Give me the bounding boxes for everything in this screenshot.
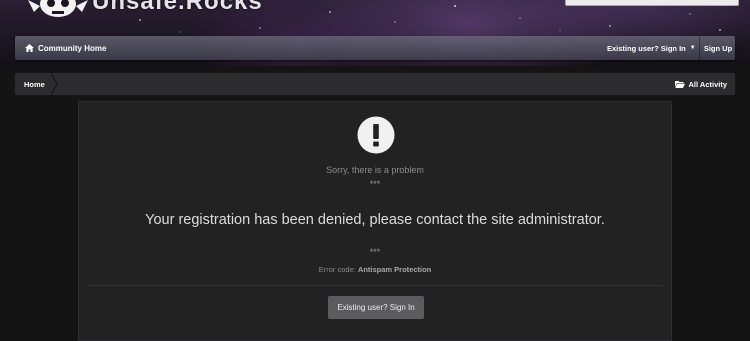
main-navbar: Community Home Existing user? Sign In ▼ … xyxy=(15,36,735,60)
error-code: Error code: Antispam Protection xyxy=(79,265,671,274)
nav-divider xyxy=(699,36,700,60)
breadcrumb-home[interactable]: Home xyxy=(15,73,55,95)
exclamation-circle-icon xyxy=(357,116,395,154)
nav-home-label: Community Home xyxy=(38,43,107,53)
breadcrumb-separator-icon xyxy=(51,73,58,95)
all-activity-label: All Activity xyxy=(688,79,727,89)
signin-button[interactable]: Existing user? Sign In xyxy=(328,296,424,319)
error-code-value: Antispam Protection xyxy=(357,265,432,274)
nav-community-home[interactable]: Community Home xyxy=(25,36,106,60)
robot-skull-icon[interactable] xyxy=(18,0,98,26)
all-activity-link[interactable]: All Activity xyxy=(674,73,727,95)
search-input[interactable] xyxy=(565,0,739,6)
signin-label: Existing user? Sign In xyxy=(607,43,686,53)
signup-button[interactable]: Sign Up xyxy=(701,36,735,60)
panel-divider xyxy=(88,285,662,286)
breadcrumb: Home All Activity xyxy=(15,73,735,95)
signin-dropdown[interactable]: Existing user? Sign In ▼ xyxy=(607,36,696,60)
home-icon xyxy=(25,44,34,52)
separator-stars-top: *** xyxy=(369,179,381,189)
error-message: Your registration has been denied, pleas… xyxy=(145,212,605,228)
caret-down-icon: ▼ xyxy=(689,45,696,51)
site-name[interactable]: Unsafe.Rocks xyxy=(92,0,263,16)
separator-stars-bottom: *** xyxy=(369,247,381,257)
folder-open-icon xyxy=(674,81,685,88)
error-title: Sorry, there is a problem xyxy=(326,165,424,175)
error-code-prefix: Error code: xyxy=(318,265,356,274)
error-panel: Sorry, there is a problem *** Your regis… xyxy=(78,101,672,341)
